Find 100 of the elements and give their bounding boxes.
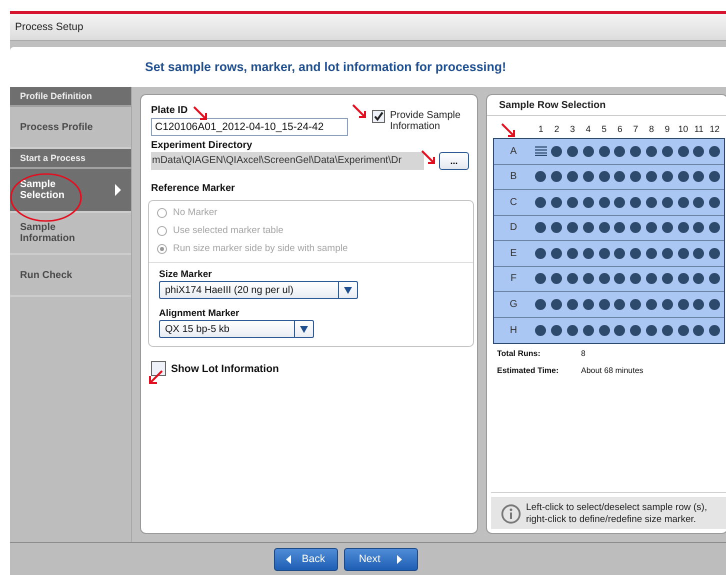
well-dot-icon <box>630 196 642 208</box>
well-dot-icon <box>582 248 594 259</box>
browse-button[interactable]: ... <box>439 152 469 170</box>
well-dot-icon <box>630 298 642 310</box>
well-dot-icon <box>709 196 720 208</box>
hint-text: Left-click to select/deselect sample row (s), right-click to define/redefine size marker. <box>526 502 708 526</box>
column-number: 1 <box>537 124 544 134</box>
well-dot-icon <box>566 222 578 234</box>
well-dot-icon <box>551 298 562 310</box>
well-dot-icon <box>582 196 594 208</box>
annotation-arrow-icon <box>501 123 517 139</box>
well-dot-icon <box>662 324 673 336</box>
sidebar-section-header: Profile Definition <box>10 87 131 107</box>
sample-row[interactable]: F <box>494 266 724 292</box>
well-dot-icon <box>646 171 657 182</box>
well-dot-icon <box>678 196 689 208</box>
sidebar-item[interactable]: Sample Selection <box>10 169 131 213</box>
sidebar-section-header: Start a Process <box>10 149 131 169</box>
well-dot-icon <box>678 273 689 284</box>
summary-value: 8 <box>581 349 586 358</box>
well-dot-icon <box>598 324 610 336</box>
sample-row[interactable]: G <box>494 292 724 318</box>
well-dot-icon <box>551 171 562 182</box>
well-dot-icon <box>662 298 673 310</box>
well-dot-icon <box>646 146 657 157</box>
well-dot-icon <box>662 146 673 157</box>
summary-value: About 68 minutes <box>581 366 644 375</box>
back-button[interactable]: Back <box>274 548 338 570</box>
column-number: 2 <box>553 124 560 134</box>
well-dot-icon <box>693 324 704 336</box>
radio-label: No Marker <box>173 207 218 218</box>
well-dot-icon <box>709 146 720 157</box>
directory-field[interactable]: mData\QIAGEN\QIAxcel\ScreenGel\Data\Experiment\Dr <box>151 152 424 170</box>
sample-row[interactable]: A <box>494 139 724 164</box>
well-dot-icon <box>630 324 642 336</box>
sample-row[interactable]: C <box>494 190 724 216</box>
well-dot-icon <box>582 146 594 157</box>
well-dot-icon <box>535 248 546 259</box>
well-dot-icon <box>535 324 546 336</box>
well-dot-icon <box>598 248 610 259</box>
sample-row[interactable]: D <box>494 216 724 241</box>
field-label: Plate ID <box>151 105 188 116</box>
column-number: 3 <box>568 124 576 134</box>
well-dot-icon <box>582 273 594 284</box>
section-label: Reference Marker <box>151 183 236 194</box>
well-dot-icon <box>614 298 626 310</box>
well-dot-icon <box>646 273 657 284</box>
well-dot-icon <box>582 324 594 336</box>
checkbox-label: Provide Sample Information <box>390 110 462 132</box>
well-dot-icon <box>646 324 657 336</box>
next-button[interactable]: Next <box>344 548 418 570</box>
sample-row[interactable]: H <box>494 318 724 343</box>
field-label: Experiment Directory <box>151 140 254 151</box>
well-dot-icon <box>646 222 657 234</box>
radio-label: Run size marker side by side with sample <box>173 243 348 254</box>
well-dot-icon <box>535 196 546 208</box>
well-dot-icon <box>551 273 562 284</box>
column-number: 8 <box>648 124 655 134</box>
well-dot-icon <box>678 171 689 182</box>
page-heading: Set sample rows, marker, and lot information for processing! <box>145 60 506 74</box>
well-dot-icon <box>598 146 610 157</box>
well-dot-icon <box>551 324 562 336</box>
well-dot-icon <box>598 171 610 182</box>
annotation-arrow-icon <box>193 106 209 122</box>
well-dot-icon <box>662 171 673 182</box>
well-dot-icon <box>598 196 610 208</box>
column-number: 5 <box>600 124 608 134</box>
well-dot-icon <box>582 222 594 234</box>
well-dot-icon <box>551 222 562 234</box>
checkbox[interactable] <box>151 361 166 376</box>
well-dot-icon <box>662 196 673 208</box>
caret-icon <box>115 184 121 196</box>
caret-left-icon <box>286 554 291 564</box>
well-dot-icon <box>693 146 704 157</box>
well-dot-icon <box>614 196 626 208</box>
well-dot-icon <box>709 298 720 310</box>
sample-row[interactable]: B <box>494 164 724 190</box>
column-number: 4 <box>584 124 592 134</box>
alignment-marker-dropdown[interactable]: QX 15 bp-5 kb <box>159 320 314 338</box>
column-number: 7 <box>632 124 640 134</box>
info-icon <box>501 504 521 524</box>
well-dot-icon <box>535 273 546 284</box>
checkbox[interactable] <box>372 110 385 123</box>
panel-title: Sample Row Selection <box>499 100 606 111</box>
well-dot-icon <box>535 298 546 310</box>
well-dot-icon <box>598 222 610 234</box>
well-dot-icon <box>693 171 704 182</box>
plate-id-field[interactable]: C120106A01_2012-04-10_15-24-42 <box>151 118 348 136</box>
well-dot-icon <box>662 273 673 284</box>
sample-row[interactable]: E <box>494 241 724 266</box>
checkbox-label: Show Lot Information <box>171 362 279 374</box>
well-dot-icon <box>630 273 642 284</box>
well-dot-icon <box>598 273 610 284</box>
well-dot-icon <box>535 222 546 234</box>
size-marker-dropdown[interactable]: phiX174 HaeIII (20 ng per ul) <box>159 281 358 299</box>
well-dot-icon <box>709 248 720 259</box>
field-label: Size Marker <box>159 269 212 280</box>
well-dot-icon <box>614 222 626 234</box>
well-dot-icon <box>646 196 657 208</box>
dropdown-arrow-icon <box>300 326 308 332</box>
